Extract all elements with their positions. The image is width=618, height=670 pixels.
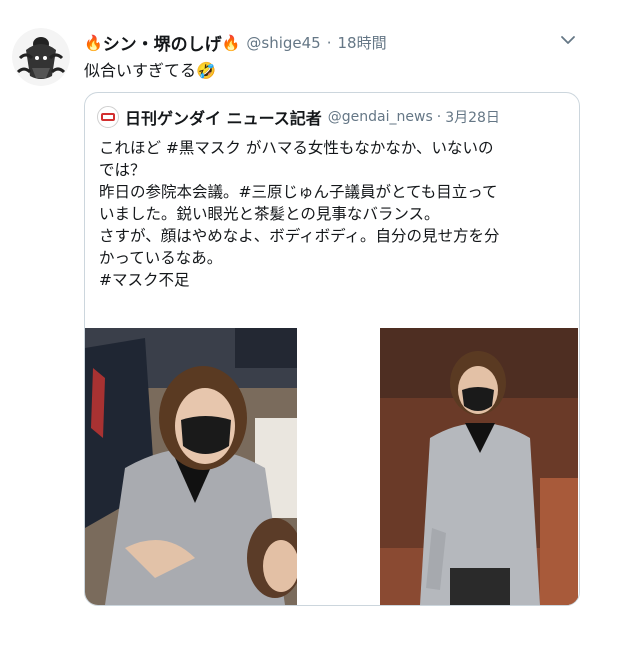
quoted-text-line: いました。鋭い眼光と茶髪との見事なバランス。 [99, 205, 440, 223]
quoted-handle[interactable]: @gendai_news [328, 109, 433, 125]
quoted-timestamp[interactable]: 3月28日 [445, 107, 500, 127]
tweet-header: 🔥 シン・堺のしげ 🔥 @shige45 · 18時間 [84, 30, 578, 56]
quoted-text-line: かっているなあ。 [99, 249, 223, 267]
quoted-avatar [97, 106, 119, 128]
quoted-tweet[interactable]: 日刊ゲンダイ ニュース記者 @gendai_news · 3月28日 これほど … [84, 92, 580, 606]
quoted-text-line: これほど #黒マスク がハマる女性もなかなか、いないの [99, 139, 494, 157]
fire-emoji-left: 🔥 [84, 33, 103, 52]
display-name[interactable]: シン・堺のしげ [103, 30, 222, 55]
fire-emoji-right: 🔥 [221, 33, 241, 52]
quoted-text-line: さすが、顔はやめなよ、ボディボディ。自分の見せ方を分 [99, 227, 500, 245]
user-handle[interactable]: @shige45 [246, 34, 320, 52]
photo-2[interactable] [380, 328, 578, 605]
separator-dot: · [326, 33, 332, 52]
quoted-separator: · [436, 109, 442, 125]
photo-1[interactable] [85, 328, 297, 605]
chevron-down-icon[interactable] [558, 30, 578, 50]
avatar[interactable] [12, 28, 70, 86]
quoted-text-line: 昨日の参院本会議。#三原じゅん子議員がとても目立って [99, 183, 498, 201]
quoted-text-line: #マスク不足 [99, 271, 190, 289]
media-container [85, 328, 579, 605]
quoted-text: これほど #黒マスク がハマる女性もなかなか、いないの では？ 昨日の参院本会議… [99, 137, 569, 291]
quoted-display-name[interactable]: 日刊ゲンダイ ニュース記者 [125, 105, 322, 129]
quoted-header: 日刊ゲンダイ ニュース記者 @gendai_news · 3月28日 [97, 105, 500, 129]
quoted-text-line: では？ [99, 161, 146, 179]
avatar-image [12, 28, 70, 86]
timestamp[interactable]: 18時間 [337, 32, 386, 53]
tweet-text: 似合いすぎてる🤣 [84, 61, 216, 80]
